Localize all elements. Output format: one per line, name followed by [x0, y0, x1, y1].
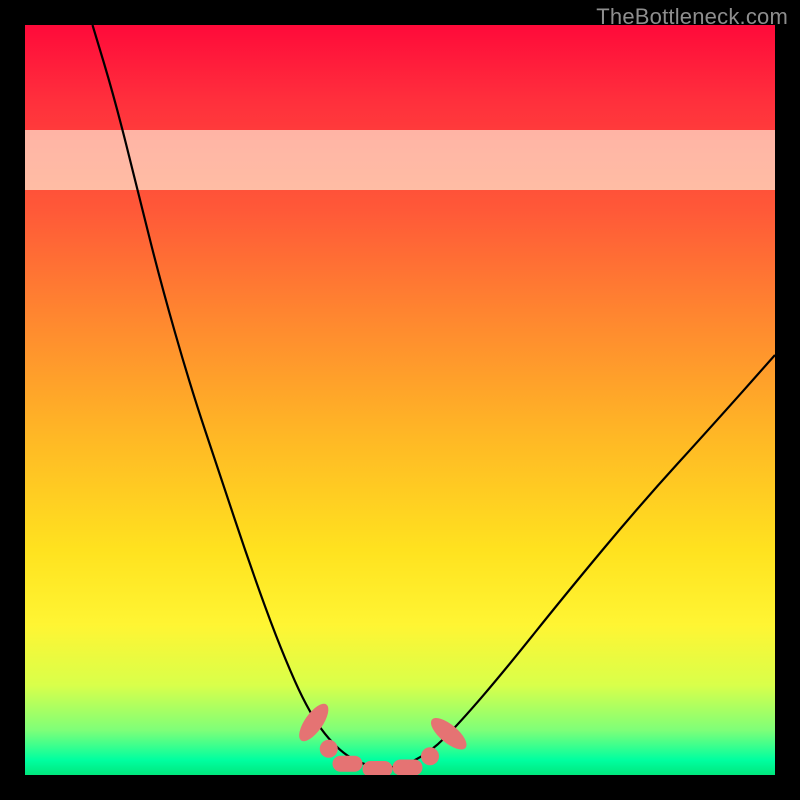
bottleneck-curve	[93, 25, 776, 768]
plot-area	[25, 25, 775, 775]
curve-marker	[421, 747, 439, 765]
chart-lines	[25, 25, 775, 775]
chart-frame: TheBottleneck.com	[0, 0, 800, 800]
highlight-band	[25, 130, 775, 190]
curve-marker	[294, 699, 334, 745]
curve-marker	[393, 760, 423, 776]
curve-markers	[294, 699, 472, 775]
curve-marker	[363, 761, 393, 775]
curve-marker	[320, 740, 338, 758]
curve-marker	[333, 756, 363, 772]
curve-marker	[426, 713, 471, 755]
